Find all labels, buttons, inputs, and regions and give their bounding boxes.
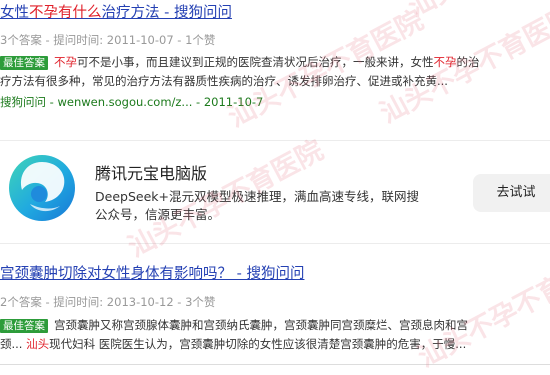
title-highlight: 不孕: [29, 5, 58, 21]
title-highlight: 有什么: [58, 5, 102, 21]
watermark-text: 汕头不孕不育医院: [400, 0, 550, 24]
ad-title[interactable]: 腾讯元宝电脑版: [95, 160, 207, 184]
watermark-text: 汕头不孕不育医院: [413, 244, 550, 374]
try-it-button[interactable]: 去试试: [473, 174, 550, 212]
yuanbao-logo-icon: [9, 155, 75, 221]
best-answer-badge: 最佳答案: [0, 56, 48, 70]
snippet-text: 现代妇科 医院医生认为，宫颈囊肿切除的女性应该很清楚宫颈囊肿的危害，于慢...: [49, 337, 467, 351]
result-source-link[interactable]: 搜狗问问 - wenwen.sogou.com/z... - 2011-10-7: [0, 94, 263, 110]
snippet-text: 颈...: [0, 337, 27, 351]
title-text: 治疗方法 - 搜狗问问: [101, 5, 232, 21]
result-snippet-line: 最佳答案 不孕可不是小事，而且建议到正规的医院查清状况后治疗，一般来讲，女性不孕的…: [0, 54, 480, 70]
result-meta: 3个答案 - 提问时间: 2011-10-07 - 1个赞: [0, 33, 216, 47]
search-results-page: 女性不孕有什么治疗方法 - 搜狗问问 3个答案 - 提问时间: 2011-10-…: [0, 0, 550, 375]
result-snippet-line: 最佳答案 宫颈囊肿又称宫颈腺体囊肿和宫颈纳氏囊肿，宫颈囊肿同宫颈糜烂、宫颈息肉和宫: [0, 317, 468, 333]
result-title-link[interactable]: 女性不孕有什么治疗方法 - 搜狗问问: [0, 4, 232, 22]
snippet-highlight: 不孕: [433, 55, 457, 69]
snippet-text: 可不是小事，而且建议到正规的医院查清状况后治疗，一般来讲，女性: [77, 55, 434, 69]
snippet-text: 的治: [456, 55, 480, 69]
snippet-highlight: 不孕: [54, 55, 77, 69]
snippet-highlight: 汕头: [26, 337, 50, 351]
ad-card[interactable]: 腾讯元宝电脑版 DeepSeek+混元双模型极速推理，满血高速专线，联网搜公众号…: [0, 140, 550, 244]
best-answer-badge: 最佳答案: [0, 319, 48, 333]
ad-description: DeepSeek+混元双模型极速推理，满血高速专线，联网搜公众号，信源更丰富。: [95, 189, 419, 222]
title-text: 女性: [0, 5, 29, 21]
result-snippet-line: 颈... 汕头现代妇科 医院医生认为，宫颈囊肿切除的女性应该很清楚宫颈囊肿的危害…: [0, 336, 466, 352]
divider: [0, 364, 550, 365]
result-title-link[interactable]: 宫颈囊肿切除对女性身体有影响吗？ - 搜狗问问: [0, 265, 304, 283]
result-snippet-line: 疗方法有很多种，常见的治疗方法有器质性疾病的治疗、诱发排卵治疗、促进或补充黄..…: [0, 74, 448, 88]
snippet-text: 宫颈囊肿又称宫颈腺体囊肿和宫颈纳氏囊肿，宫颈囊肿同宫颈糜烂、宫颈息肉和宫: [54, 318, 468, 332]
result-meta: 2个答案 - 提问时间: 2013-10-12 - 3个赞: [0, 295, 216, 309]
